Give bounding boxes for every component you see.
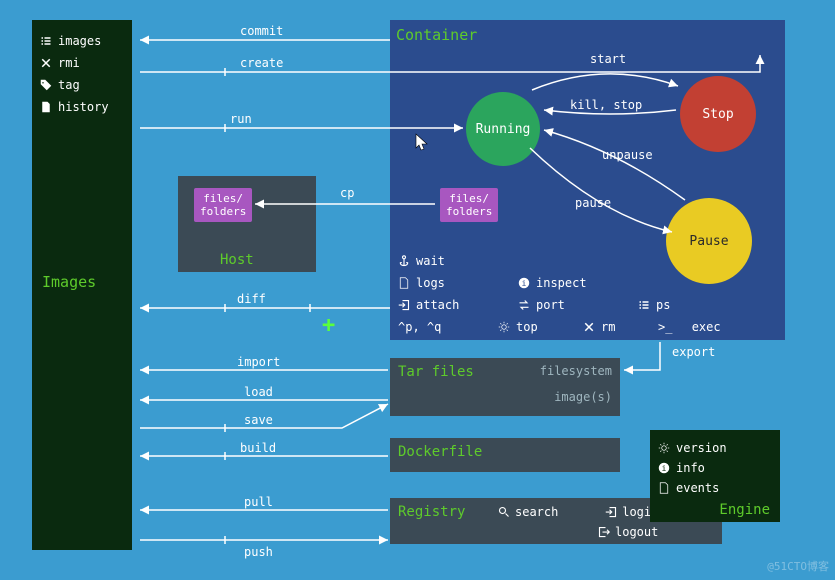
prompt-icon: >_	[658, 316, 672, 338]
list-icon	[638, 299, 650, 311]
host-files-folders: files/ folders	[194, 188, 252, 222]
eng-events: events	[676, 478, 719, 498]
cmd-exec: exec	[692, 316, 721, 338]
cmd-tag: tag	[58, 74, 80, 96]
x-icon	[40, 57, 52, 69]
eng-version: version	[676, 438, 727, 458]
engine-title: Engine	[719, 502, 770, 518]
cmd-detach: ^p, ^q	[398, 316, 441, 338]
gear-icon	[498, 321, 510, 333]
cmd-rm: rm	[601, 316, 615, 338]
host-panel: files/ folders Host	[178, 176, 316, 272]
watermark: @51CTO博客	[767, 558, 829, 574]
file-icon	[398, 277, 410, 289]
tar-filesystem: filesystem	[540, 364, 612, 378]
anchor-icon	[398, 255, 410, 267]
host-title: Host	[220, 252, 254, 268]
engine-panel: version iinfo events Engine	[650, 430, 780, 522]
label-export: export	[672, 345, 715, 359]
label-diff: diff	[237, 292, 266, 306]
logout-icon	[598, 526, 610, 538]
login-icon	[398, 299, 410, 311]
swap-icon	[518, 299, 530, 311]
cmd-attach: attach	[416, 294, 459, 316]
gear-icon	[658, 442, 670, 454]
label-pause: pause	[575, 196, 611, 210]
cmd-top: top	[516, 316, 538, 338]
state-running: Running	[466, 92, 540, 166]
login-icon	[605, 506, 617, 518]
label-start: start	[590, 52, 626, 66]
label-import: import	[237, 355, 280, 369]
cmd-ps: ps	[656, 294, 670, 316]
tar-images: image(s)	[554, 390, 612, 404]
cmd-history: history	[58, 96, 109, 118]
svg-text:i: i	[522, 278, 527, 288]
reg-search: search	[515, 503, 558, 521]
cmd-port: port	[536, 294, 565, 316]
label-push: push	[244, 545, 273, 559]
dockerfile-title: Dockerfile	[390, 438, 620, 466]
label-pull: pull	[244, 495, 273, 509]
info-icon: i	[658, 462, 670, 474]
label-build: build	[240, 441, 276, 455]
cmd-images: images	[58, 30, 101, 52]
tag-icon	[40, 79, 52, 91]
label-run: run	[230, 112, 252, 126]
plus-icon: +	[322, 313, 335, 338]
images-panel: images rmi tag history Images	[32, 20, 132, 550]
label-kill-stop: kill, stop	[570, 98, 642, 112]
x-icon	[583, 321, 595, 333]
container-files-folders: files/ folders	[440, 188, 498, 222]
container-title: Container	[396, 26, 477, 44]
cmd-logs: logs	[416, 272, 445, 294]
svg-text:i: i	[662, 463, 667, 473]
label-save: save	[244, 413, 273, 427]
info-icon: i	[518, 277, 530, 289]
search-icon	[498, 506, 510, 518]
label-create: create	[240, 56, 283, 70]
eng-info: info	[676, 458, 705, 478]
engine-list: version iinfo events	[658, 438, 727, 498]
file-icon	[658, 482, 670, 494]
tar-panel: Tar files filesystem image(s)	[390, 358, 620, 416]
label-cp: cp	[340, 186, 354, 200]
images-title: Images	[42, 273, 96, 291]
label-commit: commit	[240, 24, 283, 38]
cmd-wait: wait	[416, 250, 445, 272]
dockerfile-panel: Dockerfile	[390, 438, 620, 472]
cmd-rmi: rmi	[58, 52, 80, 74]
label-load: load	[244, 385, 273, 399]
label-unpause: unpause	[602, 148, 653, 162]
reg-logout: logout	[615, 523, 658, 541]
cursor-icon	[415, 133, 429, 151]
images-command-list: images rmi tag history	[32, 20, 132, 128]
cmd-inspect: inspect	[536, 272, 587, 294]
state-stop: Stop	[680, 76, 756, 152]
container-commands: wait logs i inspect attach port ps ^p, ^q…	[398, 250, 758, 338]
list-icon	[40, 35, 52, 47]
file-icon	[40, 101, 52, 113]
